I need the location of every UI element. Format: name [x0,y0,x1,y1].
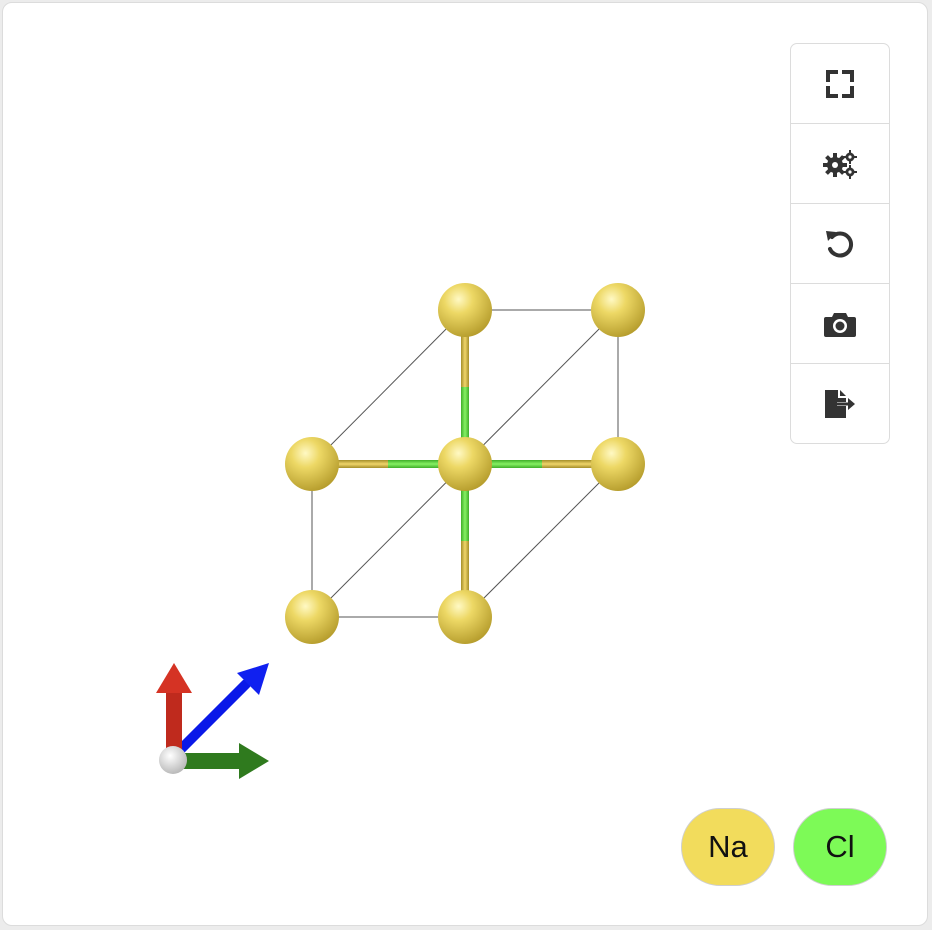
na-atom[interactable] [285,437,339,491]
fullscreen-icon [826,69,854,98]
na-atom[interactable] [438,437,492,491]
cell-edge [311,309,466,465]
settings-button[interactable] [791,124,889,204]
na-atom[interactable] [591,437,645,491]
screenshot-button[interactable] [791,284,889,364]
legend-cl[interactable]: Cl [793,808,887,886]
export-button[interactable] [791,364,889,443]
legend-na-label: Na [708,829,748,864]
na-atom[interactable] [438,283,492,337]
na-atom[interactable] [591,283,645,337]
axis-origin [159,746,187,774]
gears-icon [823,149,857,179]
reset-view-button[interactable] [791,204,889,284]
axis-x [166,687,182,755]
legend-cl-label: Cl [825,829,855,864]
na-atom[interactable] [285,590,339,644]
file-export-icon [825,389,855,418]
structure-viewer[interactable]: Na Cl [2,2,928,926]
viewer-toolbar [790,43,890,444]
fullscreen-button[interactable] [791,44,889,124]
na-atom[interactable] [438,590,492,644]
cell-edge [464,463,619,618]
rotate-left-icon [826,230,854,257]
axes-gizmo [156,663,269,779]
axis-z [170,679,251,760]
axis-x-arrowhead [156,663,192,693]
legend-na[interactable]: Na [681,808,775,886]
axis-y-arrowhead [239,743,269,779]
camera-icon [824,312,856,337]
